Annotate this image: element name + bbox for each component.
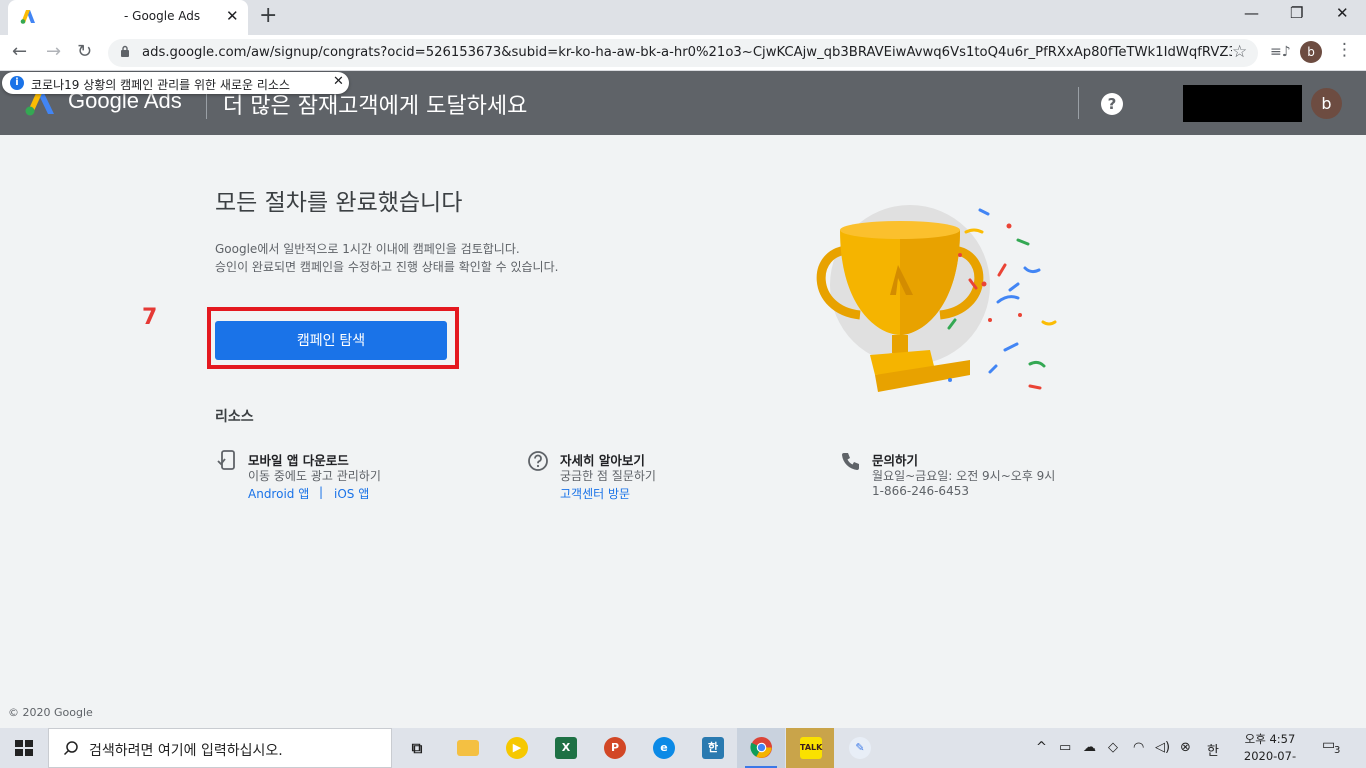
trophy-illustration	[816, 205, 1057, 392]
media-player-icon[interactable]: ▶	[492, 728, 540, 768]
help-icon[interactable]: ?	[1101, 93, 1123, 115]
task-view-icon[interactable]: ⧉	[392, 728, 440, 768]
excel-icon[interactable]: X	[541, 728, 589, 768]
android-app-link[interactable]: Android 앱	[248, 485, 309, 502]
powerpoint-icon[interactable]: P	[590, 728, 638, 768]
copyright: © 2020 Google	[8, 706, 93, 719]
learn-more-subtitle: 궁금한 점 질문하기	[560, 469, 656, 483]
back-arrow-icon[interactable]: ←	[12, 41, 27, 62]
windows-start-icon[interactable]	[0, 728, 48, 768]
search-icon	[63, 741, 78, 756]
new-tab-button[interactable]: +	[259, 3, 277, 28]
browser-menu-icon[interactable]: ⋮	[1336, 40, 1353, 60]
system-clock[interactable]: 오후 4:57 2020-07-07	[1238, 731, 1302, 768]
search-placeholder: 검색하려면 여기에 입력하십시오.	[89, 743, 283, 759]
info-icon: i	[10, 76, 24, 90]
link-separator: |	[319, 485, 324, 499]
minimize-icon[interactable]: —	[1244, 4, 1259, 22]
onedrive-icon[interactable]: ☁	[1083, 740, 1096, 755]
chrome-logo-icon	[750, 736, 773, 759]
google-ads-favicon-icon	[20, 10, 35, 24]
notification-count: 3	[1334, 745, 1341, 756]
kakaotalk-icon[interactable]: TALK	[786, 728, 834, 768]
review-description: Google에서 일반적으로 1시간 이내에 캠페인을 검토합니다.	[215, 242, 520, 256]
lock-icon	[121, 45, 129, 57]
account-avatar[interactable]: b	[1311, 88, 1342, 119]
notice-close-icon[interactable]: ✕	[333, 74, 344, 89]
step-number-annotation: 7	[142, 305, 158, 330]
contact-hours: 월요일~금요일: 오전 9시~오후 9시	[872, 469, 1056, 483]
dropbox-icon[interactable]: ◇	[1108, 740, 1118, 755]
profile-avatar[interactable]: b	[1300, 41, 1322, 63]
window-close-icon[interactable]: ✕	[1336, 4, 1349, 22]
ios-app-link[interactable]: iOS 앱	[334, 485, 369, 502]
hangul-icon[interactable]: 한	[688, 728, 736, 768]
bookmark-star-icon[interactable]: ☆	[1232, 42, 1247, 62]
notice-text[interactable]: 코로나19 상황의 캠페인 관리를 위한 새로운 리소스	[31, 76, 290, 93]
clock-date: 2020-07-07	[1243, 749, 1297, 768]
tray-chevron-icon[interactable]: ^	[1036, 740, 1047, 755]
media-queue-icon[interactable]: ≡♪	[1270, 44, 1291, 60]
file-explorer-icon[interactable]	[443, 728, 491, 768]
completion-title: 모든 절차를 완료했습니다	[215, 190, 463, 216]
browser-toolbar: ← → ↻ ads.google.com/aw/signup/congrats?…	[0, 35, 1366, 71]
battery-icon[interactable]: ▭	[1059, 740, 1071, 755]
clock-time: 오후 4:57	[1244, 732, 1296, 746]
edge-icon[interactable]: e	[639, 728, 687, 768]
contact-phone: 1-866-246-6453	[872, 484, 969, 498]
explore-campaign-button[interactable]: 캠페인 탐색	[215, 321, 447, 360]
ime-indicator[interactable]: 한	[1207, 740, 1219, 759]
redacted-account-block[interactable]	[1183, 85, 1302, 122]
mobile-app-subtitle: 이동 중에도 광고 관리하기	[248, 469, 381, 483]
phone-icon	[842, 453, 859, 470]
mobile-phone-icon	[217, 450, 235, 470]
wifi-icon[interactable]: ◠	[1133, 740, 1144, 755]
paint-icon[interactable]: ✎	[835, 728, 883, 768]
notification-center-icon[interactable]: ▭ 3	[1322, 737, 1346, 759]
reload-icon[interactable]: ↻	[77, 41, 92, 62]
browser-tab[interactable]: - Google Ads ✕	[8, 0, 248, 35]
help-center-link[interactable]: 고객센터 방문	[560, 485, 630, 502]
header-divider	[1078, 87, 1079, 119]
forward-arrow-icon[interactable]: →	[46, 41, 61, 62]
resources-heading: 리소스	[215, 409, 254, 425]
address-bar[interactable]: ads.google.com/aw/signup/congrats?ocid=5…	[108, 39, 1258, 67]
url-text: ads.google.com/aw/signup/congrats?ocid=5…	[142, 45, 1232, 60]
tab-title: - Google Ads	[124, 9, 201, 23]
review-description: 승인이 완료되면 캠페인을 수정하고 진행 상태를 확인할 수 있습니다.	[215, 260, 559, 274]
volume-icon[interactable]: ◁)	[1155, 740, 1170, 755]
taskbar-search[interactable]: 검색하려면 여기에 입력하십시오.	[48, 728, 392, 768]
windows-taskbar: 검색하려면 여기에 입력하십시오. ⧉ ▶ X P e 한 TALK ✎ ^ ▭…	[0, 728, 1366, 768]
status-x-icon[interactable]: ⊗	[1180, 740, 1191, 755]
restore-icon[interactable]: ❐	[1290, 4, 1303, 22]
chrome-icon[interactable]	[737, 728, 785, 768]
browser-tabstrip: - Google Ads ✕ + — ❐ ✕	[0, 0, 1366, 35]
help-circle-icon	[528, 451, 548, 471]
tab-close-icon[interactable]: ✕	[226, 7, 239, 25]
covid-notice[interactable]: i 코로나19 상황의 캠페인 관리를 위한 새로운 리소스 ✕	[2, 72, 349, 94]
